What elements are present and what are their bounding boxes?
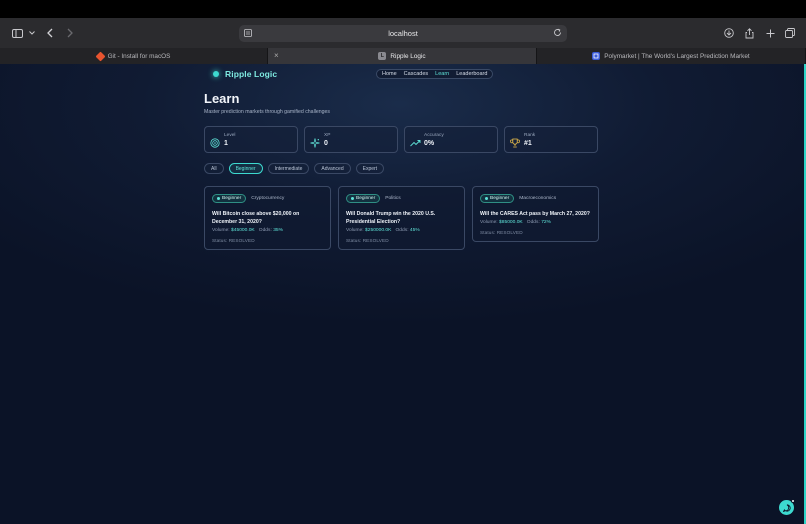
stat-value: #1 xyxy=(524,140,532,147)
nav-home[interactable]: Home xyxy=(382,71,397,77)
main-nav: Home Cascades Learn Leaderboard xyxy=(376,69,494,79)
nav-leaderboard[interactable]: Leaderboard xyxy=(456,71,487,77)
market-card[interactable]: Beginner Macroeconomics Will the CARES A… xyxy=(472,186,599,242)
stat-value: 0% xyxy=(424,140,435,147)
nav-learn[interactable]: Learn xyxy=(435,71,449,77)
badge-dot-icon xyxy=(485,197,488,200)
card-status: Status: RESOLVED xyxy=(212,238,255,243)
market-card[interactable]: Beginner Cryptocurrency Will Bitcoin clo… xyxy=(204,186,331,250)
badge-dot-icon xyxy=(217,197,220,200)
card-status: Status: RESOLVED xyxy=(346,238,389,243)
card-header: Beginner Macroeconomics xyxy=(480,194,556,203)
card-question: Will Donald Trump win the 2020 U.S. Pres… xyxy=(346,211,436,225)
page-subtitle: Master prediction markets through gamifi… xyxy=(204,109,331,115)
stat-label: Level xyxy=(224,133,236,138)
tab-title: Git - Install for macOS xyxy=(107,52,171,60)
tab-title: Polymarket | The World's Largest Predict… xyxy=(604,52,750,60)
filter-all[interactable]: All xyxy=(204,163,224,174)
card-header: Beginner Politics xyxy=(346,194,401,203)
trophy-icon xyxy=(510,135,520,148)
level-icon xyxy=(210,135,220,148)
difficulty-badge: Beginner xyxy=(212,194,247,203)
download-icon[interactable] xyxy=(723,18,735,48)
market-card[interactable]: Beginner Politics Will Donald Trump win … xyxy=(338,186,465,250)
git-icon xyxy=(95,51,106,61)
top-strip xyxy=(0,0,806,18)
card-status: Status: RESOLVED xyxy=(480,230,523,235)
nav-cascades[interactable]: Cascades xyxy=(404,71,428,77)
stat-value: 1 xyxy=(224,140,228,147)
odds-value: 72% xyxy=(541,220,551,225)
tab-title: Ripple Logic xyxy=(390,52,426,60)
tab-ripple-logic[interactable]: × L Ripple Logic xyxy=(268,48,537,64)
sparkle-icon xyxy=(310,135,320,148)
brand-name: Ripple Logic xyxy=(225,69,278,79)
card-header: Beginner Cryptocurrency xyxy=(212,194,284,203)
sidebar-toggle-icon[interactable] xyxy=(10,18,24,48)
card-category: Cryptocurrency xyxy=(251,196,285,201)
tab-bar: Git - Install for macOS × L Ripple Logic… xyxy=(0,48,806,64)
stat-level: Level 1 xyxy=(204,126,298,153)
url-text: localhost xyxy=(388,29,418,38)
tab-polymarket[interactable]: Polymarket | The World's Largest Predict… xyxy=(537,48,806,64)
badge-label: Beginner xyxy=(222,196,242,201)
stat-rank: Rank #1 xyxy=(504,126,598,153)
chevron-down-icon[interactable] xyxy=(28,18,36,48)
odds-label: Odds: xyxy=(526,220,540,225)
trend-up-icon xyxy=(410,135,421,147)
brand-dot-icon xyxy=(213,71,219,77)
new-tab-icon[interactable] xyxy=(764,18,776,48)
close-icon[interactable]: × xyxy=(274,51,279,60)
brand-logo[interactable]: Ripple Logic xyxy=(213,69,277,79)
filter-expert[interactable]: Expert xyxy=(355,163,385,174)
card-category: Macroeconomics xyxy=(519,196,557,201)
volume-value: $85000.0K xyxy=(499,220,523,225)
odds-value: 45% xyxy=(409,228,420,233)
stat-label: Accuracy xyxy=(424,133,444,138)
volume-value: $250000.0K xyxy=(365,228,392,233)
stat-value: 0 xyxy=(324,140,328,147)
notification-dot xyxy=(791,499,795,503)
badge-label: Beginner xyxy=(490,196,510,201)
page-title: Learn xyxy=(204,91,240,106)
odds-label: Odds: xyxy=(258,228,272,233)
stat-accuracy: Accuracy 0% xyxy=(404,126,498,153)
card-metrics: Volume: $45000.0K Odds: 35% xyxy=(212,228,283,233)
filter-advanced[interactable]: Advanced xyxy=(314,163,351,174)
stat-label: Rank xyxy=(524,133,536,138)
site-settings-icon[interactable] xyxy=(244,29,252,39)
ripple-logic-favicon: L xyxy=(378,52,387,60)
volume-label: Volume: xyxy=(212,228,230,233)
difficulty-badge: Beginner xyxy=(480,194,515,203)
stat-xp: XP 0 xyxy=(304,126,398,153)
card-metrics: Volume: $250000.0K Odds: 45% xyxy=(346,228,420,233)
stat-label: XP xyxy=(324,133,331,138)
difficulty-badge: Beginner xyxy=(346,194,381,203)
badge-dot-icon xyxy=(351,197,354,200)
address-bar[interactable]: localhost xyxy=(239,25,567,42)
card-metrics: Volume: $85000.0K Odds: 72% xyxy=(480,220,551,225)
volume-value: $45000.0K xyxy=(231,228,255,233)
volume-label: Volume: xyxy=(346,228,364,233)
odds-value: 35% xyxy=(273,228,283,233)
odds-label: Odds: xyxy=(395,228,409,233)
filter-beginner[interactable]: Beginner xyxy=(228,163,263,174)
card-category: Politics xyxy=(385,196,401,201)
back-icon[interactable] xyxy=(45,18,55,48)
filter-intermediate[interactable]: Intermediate xyxy=(267,163,310,174)
forward-icon[interactable] xyxy=(65,18,75,48)
tab-git[interactable]: Git - Install for macOS xyxy=(0,48,268,64)
app-page: Ripple Logic Home Cascades Learn Leaderb… xyxy=(0,64,806,524)
badge-label: Beginner xyxy=(356,196,376,201)
card-question: Will the CARES Act pass by March 27, 202… xyxy=(480,211,590,217)
card-question: Will Bitcoin close above $20,000 on Dece… xyxy=(212,211,300,225)
reload-icon[interactable] xyxy=(553,28,562,39)
polymarket-icon xyxy=(592,52,601,60)
chat-button[interactable] xyxy=(779,499,795,517)
volume-label: Volume: xyxy=(480,220,498,225)
share-icon[interactable] xyxy=(743,18,755,48)
tab-overview-icon[interactable] xyxy=(784,18,796,48)
difficulty-filters: All Beginner Intermediate Advanced Exper… xyxy=(204,163,385,174)
chat-icon xyxy=(782,499,791,517)
